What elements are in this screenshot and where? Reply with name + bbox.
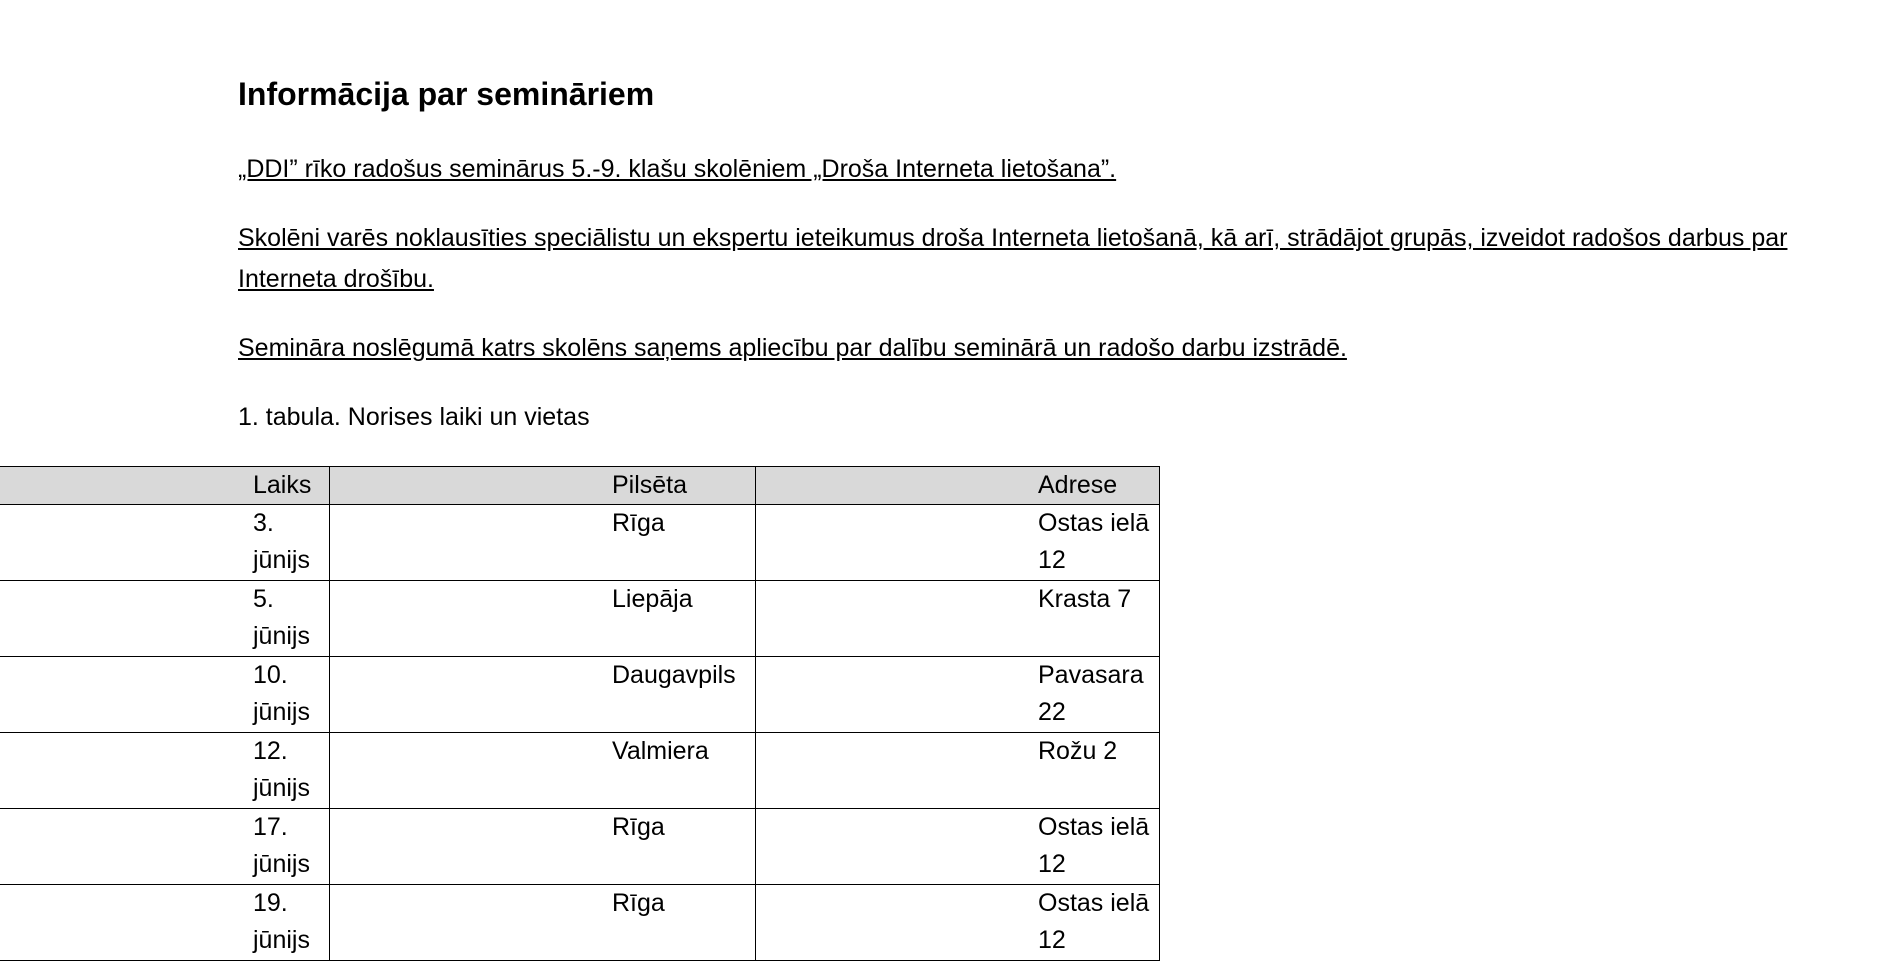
cell-text: 3. jūnijs [253, 509, 310, 574]
cell-text: Krasta 7 [1038, 585, 1132, 613]
cell-text: Ostas ielā 12 [1038, 889, 1150, 954]
cell-text: Daugavpils [612, 661, 736, 689]
table-row: 19. jūnijs Rīga Ostas ielā 12 [0, 884, 1160, 961]
cell-time: 12. jūnijs [0, 732, 330, 809]
cell-address: Ostas ielā 12 [755, 504, 1160, 581]
cell-address: Ostas ielā 12 [755, 808, 1160, 885]
cell-text: Rožu 2 [1038, 737, 1118, 765]
cell-address: Rožu 2 [755, 732, 1160, 809]
cell-text: 5. jūnijs [253, 585, 310, 650]
cell-city: Rīga [329, 808, 756, 885]
table-caption: 1. tabula. Norises laiki un vietas [238, 403, 590, 431]
cell-text: 12. jūnijs [253, 737, 310, 802]
cell-text: Ostas ielā 12 [1038, 509, 1150, 574]
header-label: Laiks [253, 471, 312, 499]
table-row: 5. jūnijs Liepāja Krasta 7 [0, 580, 1160, 657]
cell-time: 17. jūnijs [0, 808, 330, 885]
description-paragraph: Skolēni varēs noklausīties speciālistu u… [238, 224, 1788, 293]
schedule-table: Laiks Pilsēta Adrese 3. jūnijs Rīga Osta… [0, 466, 1160, 961]
header-cell-city: Pilsēta [329, 466, 756, 505]
cell-text: Rīga [612, 509, 665, 537]
cell-text: Liepāja [612, 585, 693, 613]
cell-address: Krasta 7 [755, 580, 1160, 657]
cell-text: Pavasara 22 [1038, 661, 1144, 726]
cell-text: 17. jūnijs [253, 813, 310, 878]
table-header-row: Laiks Pilsēta Adrese [0, 466, 1160, 505]
cell-text: Ostas ielā 12 [1038, 813, 1150, 878]
table-row: 10. jūnijs Daugavpils Pavasara 22 [0, 656, 1160, 733]
cell-text: Rīga [612, 813, 665, 841]
cell-text: 19. jūnijs [253, 889, 310, 954]
cell-city: Rīga [329, 504, 756, 581]
cell-time: 5. jūnijs [0, 580, 330, 657]
table-row: 12. jūnijs Valmiera Rožu 2 [0, 732, 1160, 809]
cell-city: Daugavpils [329, 656, 756, 733]
cell-text: 10. jūnijs [253, 661, 310, 726]
cell-time: 3. jūnijs [0, 504, 330, 581]
cell-address: Pavasara 22 [755, 656, 1160, 733]
cell-city: Liepāja [329, 580, 756, 657]
cell-text: Valmiera [612, 737, 709, 765]
cell-city: Rīga [329, 884, 756, 961]
header-label: Adrese [1038, 471, 1118, 499]
cell-city: Valmiera [329, 732, 756, 809]
cell-address: Ostas ielā 12 [755, 884, 1160, 961]
table-row: 17. jūnijs Rīga Ostas ielā 12 [0, 808, 1160, 885]
cell-text: Rīga [612, 889, 665, 917]
header-cell-time: Laiks [0, 466, 330, 505]
cell-time: 10. jūnijs [0, 656, 330, 733]
header-cell-address: Adrese [755, 466, 1160, 505]
cell-time: 19. jūnijs [0, 884, 330, 961]
document-heading: Informācija par semināriem [238, 76, 655, 112]
table-row: 3. jūnijs Rīga Ostas ielā 12 [0, 504, 1160, 581]
intro-paragraph: „DDI” rīko radošus seminārus 5.-9. klašu… [238, 155, 1117, 183]
certificate-paragraph: Semināra noslēgumā katrs skolēns saņems … [238, 334, 1347, 362]
header-label: Pilsēta [612, 471, 688, 499]
